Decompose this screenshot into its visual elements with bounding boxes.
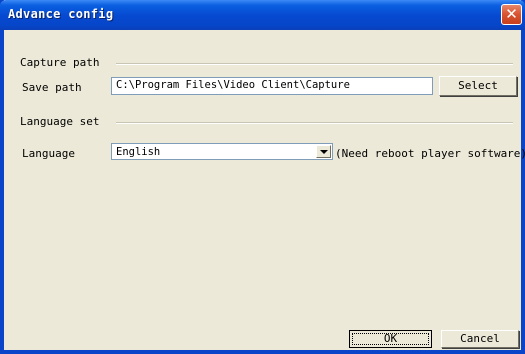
ok-button-label: OK — [383, 332, 398, 345]
language-select[interactable]: English — [111, 143, 333, 160]
capture-path-divider — [116, 63, 513, 65]
save-path-input[interactable]: C:\Program Files\Video Client\Capture — [111, 77, 433, 95]
ok-button[interactable]: OK — [349, 330, 432, 348]
save-path-label: Save path — [22, 81, 82, 94]
reboot-note: (Need reboot player software) — [335, 147, 525, 160]
dialog-content: Capture path Save path C:\Program Files\… — [4, 30, 525, 350]
close-icon: ✕ — [505, 5, 518, 23]
language-label: Language — [22, 147, 75, 160]
title-bar[interactable]: Advance config ✕ — [0, 0, 525, 30]
language-set-section-title: Language set — [20, 115, 106, 128]
chevron-down-icon[interactable] — [316, 145, 331, 158]
language-set-divider — [116, 122, 513, 124]
close-button[interactable]: ✕ — [501, 4, 522, 25]
capture-path-section-title: Capture path — [20, 56, 106, 69]
select-button[interactable]: Select — [439, 76, 517, 96]
window-title: Advance config — [8, 7, 114, 21]
advance-config-dialog: Advance config ✕ Capture path Save path … — [0, 0, 525, 354]
language-selected-value: English — [116, 146, 161, 158]
cancel-button[interactable]: Cancel — [441, 330, 519, 348]
